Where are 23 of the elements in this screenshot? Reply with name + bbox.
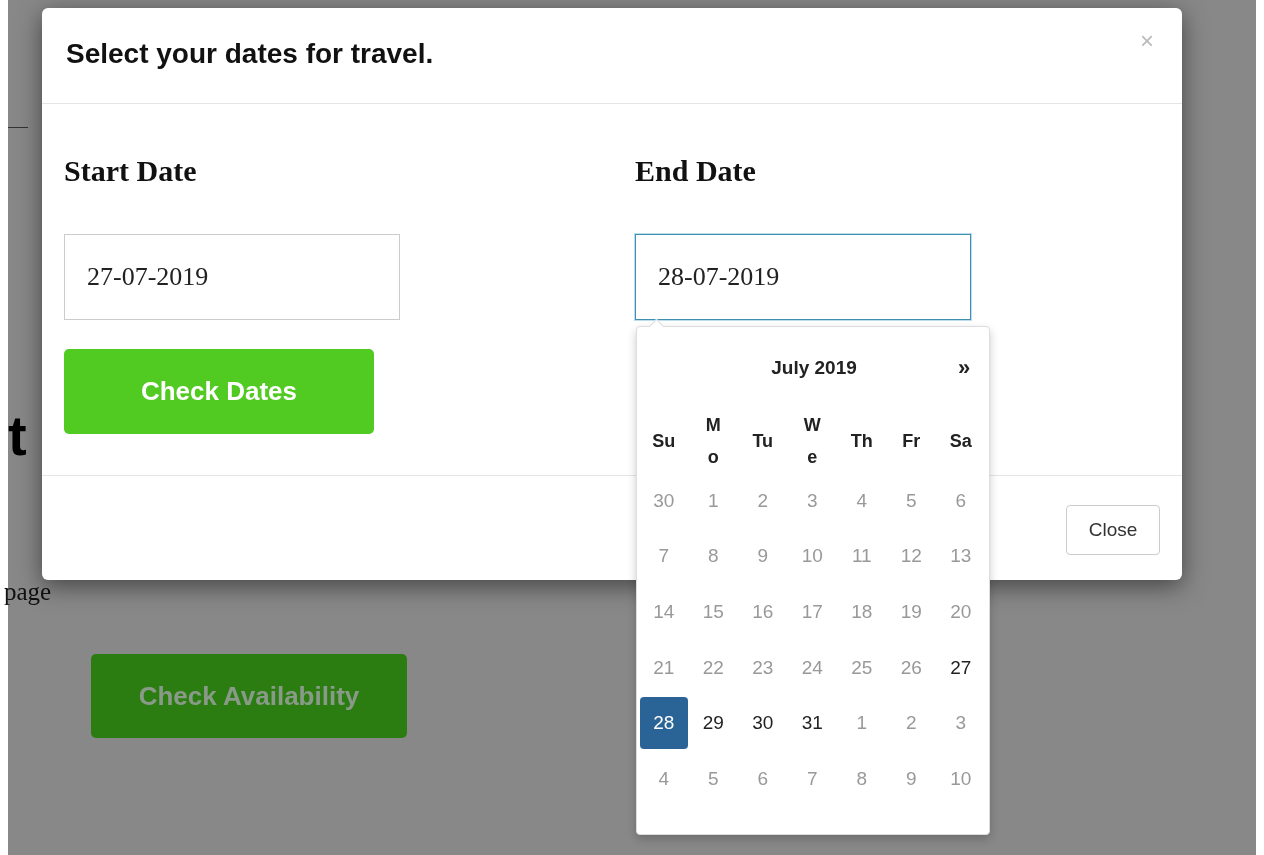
weekday-label: We <box>802 413 822 469</box>
modal-title: Select your dates for travel. <box>66 37 434 70</box>
page-heading: t <box>8 406 27 466</box>
day-cell[interactable]: 30 <box>739 697 787 749</box>
next-month-button[interactable]: » <box>957 355 971 381</box>
weekday-label: Su <box>651 429 676 453</box>
day-cell[interactable]: 29 <box>689 697 737 749</box>
field-label: Start Date <box>64 154 197 189</box>
weekday-label: Tu <box>751 429 775 453</box>
weekday-label: Mo <box>704 413 722 469</box>
day-cell[interactable]: 27 <box>937 641 985 694</box>
day-cell[interactable]: 31 <box>788 697 836 749</box>
date-field[interactable]: 27-07-2019 <box>64 234 400 320</box>
weekday-label: Th <box>849 429 874 453</box>
field-label: End Date <box>635 154 756 189</box>
date-field[interactable]: 28-07-2019 <box>635 234 971 320</box>
weekday-label: Fr <box>901 429 922 453</box>
check-dates-button[interactable]: Check Dates <box>64 349 374 434</box>
month-title[interactable]: July 2019 <box>771 357 857 379</box>
check-availability-button[interactable]: Check Availability <box>91 654 407 738</box>
weekday-label: Sa <box>948 429 973 453</box>
day-cell[interactable]: 28 <box>640 697 688 749</box>
close-button[interactable]: Close <box>1066 504 1160 555</box>
